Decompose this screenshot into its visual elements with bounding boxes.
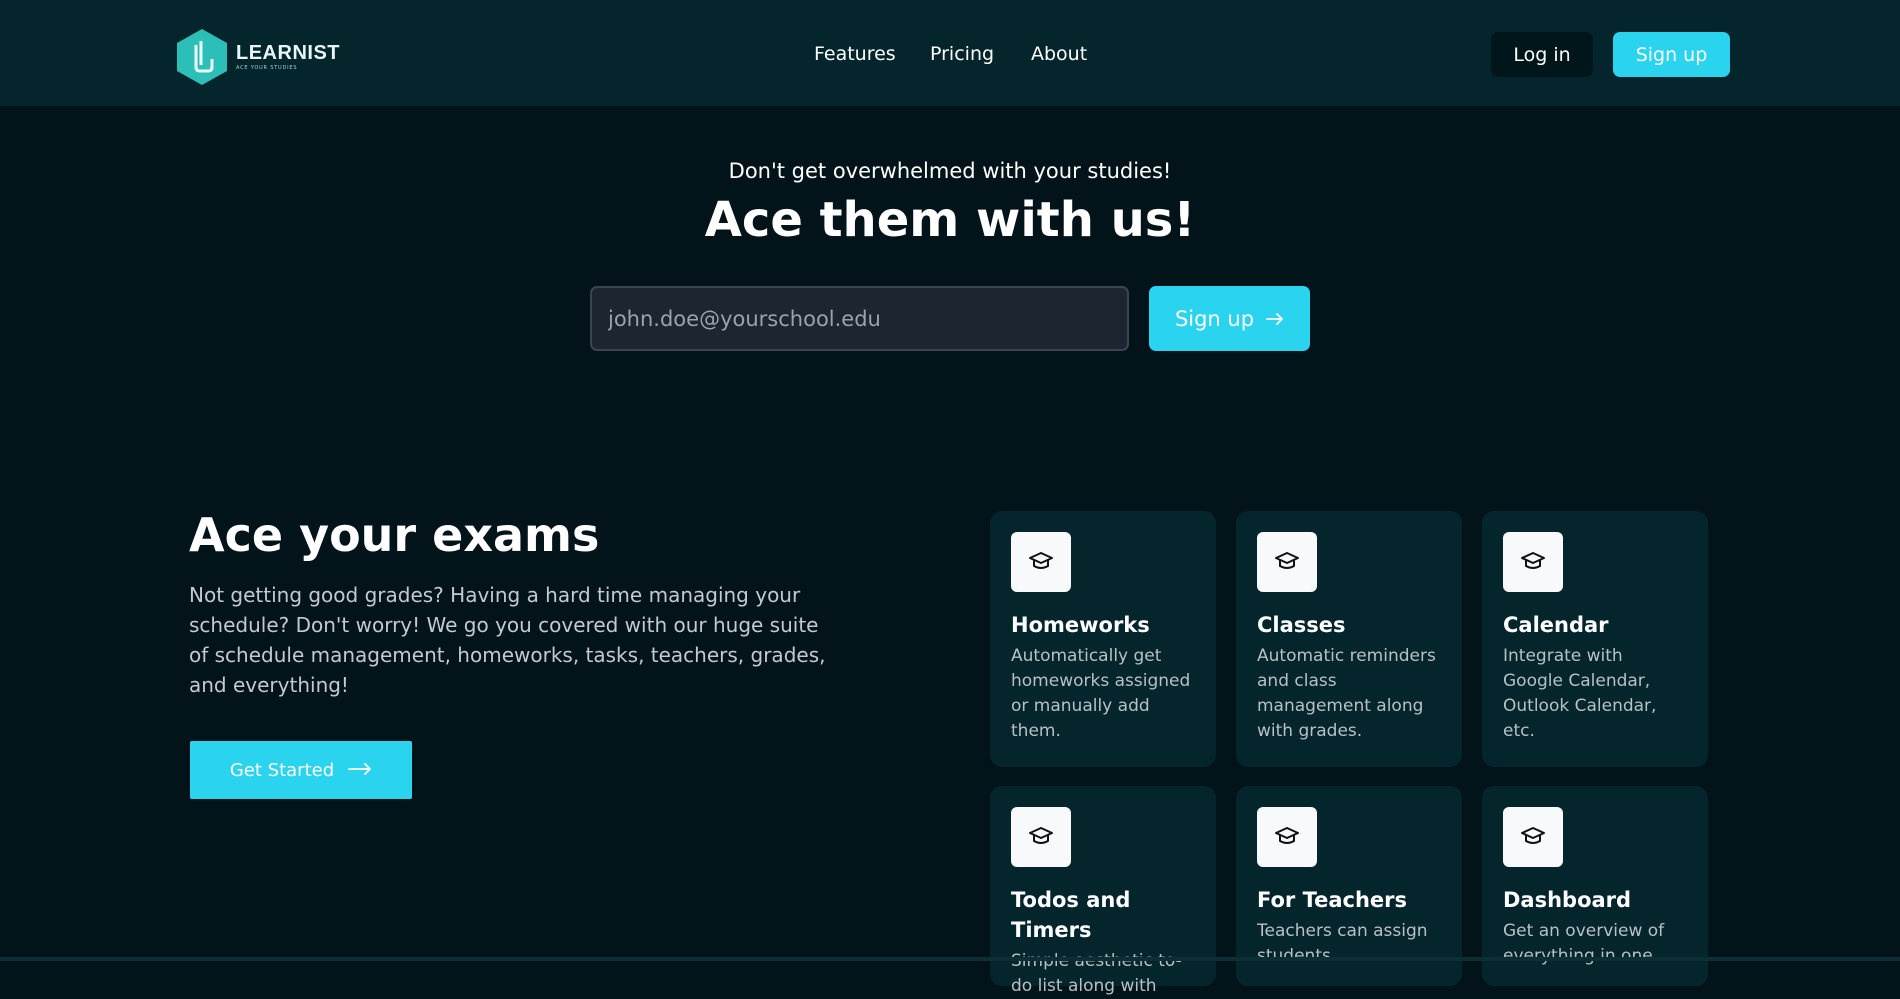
- hero-title: Ace them with us!: [704, 192, 1196, 248]
- graduation-cap-icon: [1257, 807, 1317, 867]
- feature-card-calendar[interactable]: Calendar Integrate with Google Calendar,…: [1482, 511, 1708, 767]
- email-input[interactable]: [590, 286, 1129, 351]
- hero-signup-label: Sign up: [1174, 306, 1255, 331]
- feature-card-teachers[interactable]: For Teachers Teachers can assign student…: [1236, 786, 1462, 986]
- nav-features-link[interactable]: Features: [814, 40, 896, 68]
- feature-title: Classes: [1257, 613, 1346, 637]
- site-header: LEARNIST ACE YOUR STUDIES Features Prici…: [0, 0, 1900, 106]
- window-bottom-edge: [0, 957, 1900, 961]
- feature-description: Automatically get homeworks assigned or …: [1011, 646, 1191, 741]
- graduation-cap-icon: [1503, 532, 1563, 592]
- arrow-right-icon: [1266, 307, 1284, 331]
- feature-title: Dashboard: [1503, 888, 1632, 912]
- get-started-button[interactable]: Get Started: [190, 741, 412, 799]
- feature-card-homeworks[interactable]: Homeworks Automatically get homeworks as…: [990, 511, 1216, 767]
- feature-card-dashboard[interactable]: Dashboard Get an overview of everything …: [1482, 786, 1708, 986]
- header-signup-button[interactable]: Sign up: [1613, 32, 1730, 77]
- arrow-right-icon: [348, 760, 372, 781]
- feature-title: For Teachers: [1257, 888, 1408, 912]
- feature-title: Todos and Timers: [1011, 888, 1131, 942]
- feature-title: Homeworks: [1011, 613, 1150, 637]
- feature-description: Automatic reminders and class management…: [1257, 646, 1436, 741]
- feature-card-classes[interactable]: Classes Automatic reminders and class ma…: [1236, 511, 1462, 767]
- nav-about-link[interactable]: About: [1031, 40, 1087, 68]
- graduation-cap-icon: [1257, 532, 1317, 592]
- graduation-cap-icon: [1011, 532, 1071, 592]
- get-started-label: Get Started: [229, 759, 335, 781]
- graduation-cap-icon: [1503, 807, 1563, 867]
- nav-pricing-link[interactable]: Pricing: [930, 40, 994, 68]
- hero-subtitle: Don't get overwhelmed with your studies!: [728, 159, 1172, 183]
- feature-description: Integrate with Google Calendar, Outlook …: [1503, 646, 1657, 741]
- feature-description: Get an overview of everything in one: [1503, 921, 1665, 966]
- section-title: Ace your exams: [189, 508, 600, 562]
- feature-description: Teachers can assign students: [1257, 921, 1428, 966]
- feature-card-todos[interactable]: Todos and Timers Simple aesthetic to-do …: [990, 786, 1216, 996]
- feature-title: Calendar: [1503, 613, 1609, 637]
- hero-signup-button[interactable]: Sign up: [1149, 286, 1310, 351]
- graduation-cap-icon: [1011, 807, 1071, 867]
- login-button[interactable]: Log in: [1491, 32, 1593, 77]
- section-body: Not getting good grades? Having a hard t…: [189, 583, 826, 697]
